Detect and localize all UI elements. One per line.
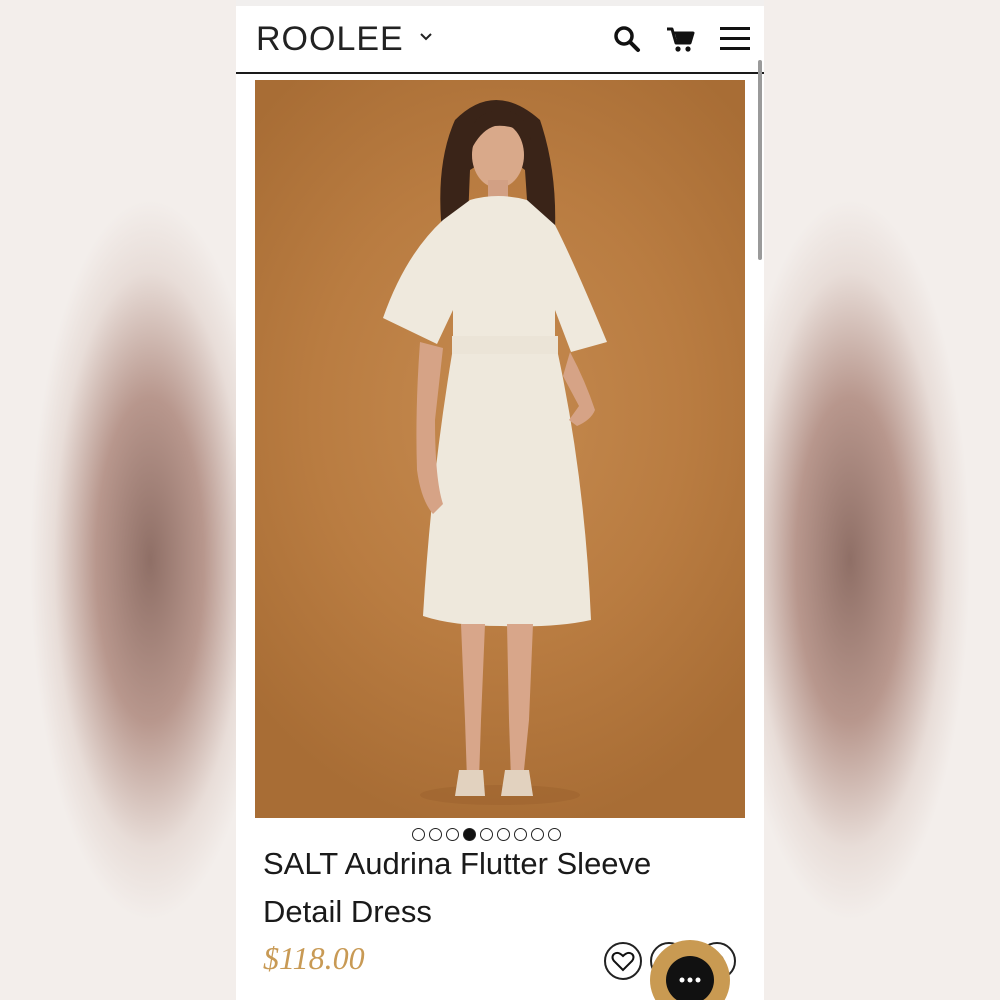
chat-button-inner: [666, 956, 714, 1000]
product-image[interactable]: [255, 80, 745, 818]
chat-dots-icon: [679, 977, 701, 983]
model-figure: [383, 100, 607, 805]
search-icon[interactable]: [610, 22, 644, 56]
blurred-background-left: [0, 0, 236, 1000]
product-title: SALT Audrina Flutter Sleeve Detail Dress: [263, 846, 652, 929]
site-header: ROOLEE: [236, 6, 764, 74]
chevron-down-icon[interactable]: [418, 28, 434, 44]
heart-icon: [611, 951, 635, 972]
menu-icon[interactable]: [718, 22, 752, 56]
roolee-logo[interactable]: ROOLEE: [256, 20, 404, 59]
mobile-screen: ROOLEE SALT Audrina Flutter Sleeve Detai…: [236, 0, 764, 1000]
scrollbar[interactable]: [758, 60, 762, 260]
product-price: $118.00: [263, 940, 365, 976]
blurred-background-right: [764, 0, 1000, 1000]
wishlist-button[interactable]: [604, 942, 642, 980]
cart-icon[interactable]: [664, 22, 698, 56]
